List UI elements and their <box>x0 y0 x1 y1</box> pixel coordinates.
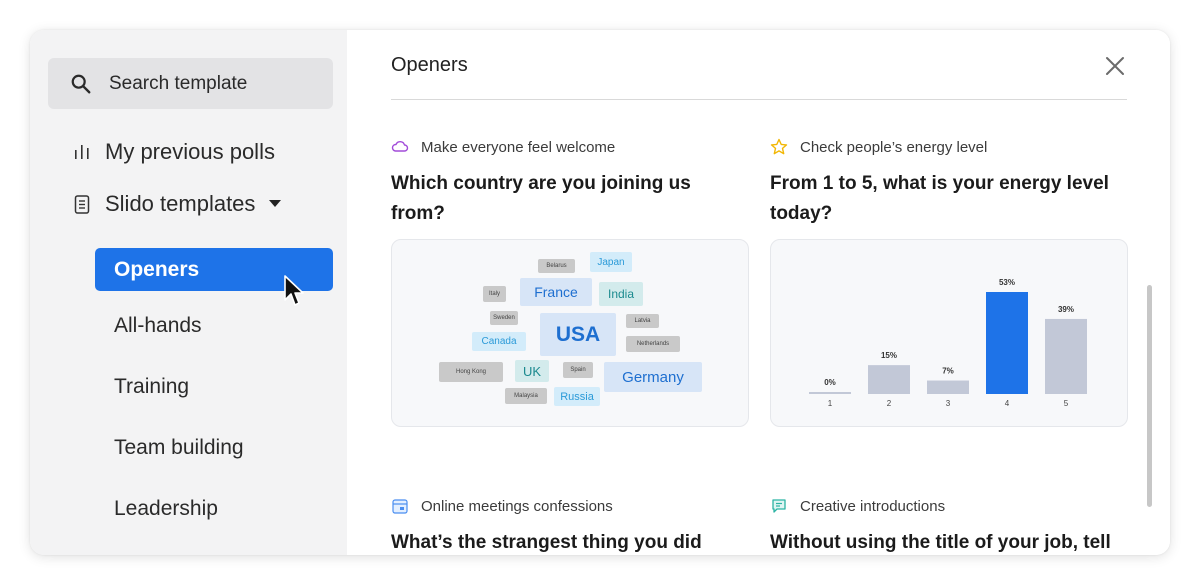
word-cloud-word: Spain <box>563 362 593 378</box>
search-template-button[interactable]: Search template <box>48 58 333 109</box>
card-title-line: from? <box>391 203 445 224</box>
caret-down-icon <box>269 200 282 207</box>
chat-icon <box>772 499 786 513</box>
category-label: Training <box>114 374 190 398</box>
card-tag: Make everyone feel welcome <box>391 137 749 157</box>
card-title: From 1 to 5, what is your energy level t… <box>770 169 1128 229</box>
word-cloud-word: Italy <box>483 286 506 302</box>
card-title-line: From 1 to 5, what is your energy level <box>770 173 1109 194</box>
card-title-line: What’s the strangest thing you did <box>391 532 702 553</box>
slido-templates-label: Slido templates <box>105 191 256 216</box>
word-cloud-word: Netherlands <box>626 336 680 352</box>
search-icon <box>71 74 91 93</box>
category-label: Team building <box>114 435 244 459</box>
template-card[interactable]: Online meetings confessions What’s the s… <box>391 496 749 555</box>
card-tag: Online meetings confessions <box>391 496 749 516</box>
search-template-label: Search template <box>109 72 248 94</box>
word-cloud-preview: Belarus Japan Italy France India Sweden … <box>391 239 749 427</box>
card-tag-label: Check people’s energy level <box>800 138 988 156</box>
template-card[interactable]: Make everyone feel welcome Which country… <box>391 137 749 427</box>
word-cloud-word: Canada <box>472 332 526 351</box>
bar <box>986 292 1028 394</box>
category-all-hands[interactable]: All-hands <box>95 304 333 347</box>
x-tick-label: 5 <box>1064 399 1069 408</box>
word-cloud-word: Hong Kong <box>439 362 503 382</box>
card-tag: Creative introductions <box>770 496 1128 516</box>
bar-value-label: 0% <box>824 378 836 387</box>
word-cloud-word: USA <box>540 313 616 356</box>
my-previous-polls-link[interactable]: My previous polls <box>72 139 275 165</box>
slido-templates-toggle[interactable]: Slido templates <box>72 191 282 217</box>
word-cloud-word: Malaysia <box>505 388 547 404</box>
template-card[interactable]: Creative introductions Without using the… <box>770 496 1128 555</box>
template-dialog: Search template My previous polls Slido … <box>30 30 1170 555</box>
bar <box>868 365 910 394</box>
card-title-line: Without using the title of your job, tel… <box>770 532 1111 553</box>
card-tag: Check people’s energy level <box>770 137 1128 157</box>
x-tick-label: 1 <box>828 399 833 408</box>
x-tick-label: 4 <box>1005 399 1010 408</box>
card-title-line: today? <box>770 203 833 224</box>
poll-bars-icon <box>72 142 92 162</box>
template-card[interactable]: Check people’s energy level From 1 to 5,… <box>770 137 1128 427</box>
word-cloud-word: France <box>520 278 592 306</box>
word-cloud-word: Latvia <box>626 314 659 328</box>
page-title: Openers <box>391 54 468 76</box>
bar-value-label: 7% <box>942 367 954 376</box>
mouse-pointer-icon <box>284 275 304 306</box>
x-tick-label: 3 <box>946 399 951 408</box>
document-list-icon <box>72 194 92 214</box>
category-label: Leadership <box>114 496 218 520</box>
close-icon[interactable] <box>1104 55 1126 77</box>
card-tag-label: Creative introductions <box>800 497 946 515</box>
calendar-icon <box>392 499 408 514</box>
bar <box>1045 318 1087 394</box>
energy-bar-chart: 0% 1 15% 2 7% 3 53% 4 39% 5 <box>809 278 1087 408</box>
card-title: Which country are you joining us from? <box>391 169 749 229</box>
cloud-icon <box>391 141 409 152</box>
bar <box>927 380 969 394</box>
word-cloud-word: UK <box>515 360 549 382</box>
card-title: Without using the title of your job, tel… <box>770 528 1128 555</box>
my-previous-polls-label: My previous polls <box>105 139 275 164</box>
category-label: Openers <box>114 257 200 281</box>
templates-panel: Openers Make everyone feel welcome Which… <box>347 30 1170 555</box>
bar-value-label: 53% <box>999 278 1015 287</box>
x-tick-label: 2 <box>887 399 892 408</box>
card-title: What’s the strangest thing you did <box>391 528 749 555</box>
bar-value-label: 15% <box>881 351 897 360</box>
card-tag-label: Online meetings confessions <box>421 497 613 515</box>
word-cloud-word: Japan <box>590 252 632 272</box>
star-icon <box>770 138 788 155</box>
word-cloud-word: India <box>599 282 643 306</box>
card-title-line: Which country are you joining us <box>391 173 691 194</box>
category-leadership[interactable]: Leadership <box>95 487 333 530</box>
word-cloud-word: Belarus <box>538 259 575 273</box>
bar-value-label: 39% <box>1058 305 1074 314</box>
word-cloud-word: Germany <box>604 362 702 392</box>
card-tag-label: Make everyone feel welcome <box>421 138 616 156</box>
sidebar: Search template My previous polls Slido … <box>30 30 347 555</box>
category-training[interactable]: Training <box>95 365 333 408</box>
header-divider <box>391 99 1127 100</box>
scrollbar-thumb[interactable] <box>1147 285 1152 507</box>
word-cloud-word: Sweden <box>490 311 518 325</box>
category-team-building[interactable]: Team building <box>95 426 333 469</box>
bar <box>809 392 851 394</box>
word-cloud-word: Russia <box>554 387 600 406</box>
bar-chart-preview: 0% 1 15% 2 7% 3 53% 4 39% 5 <box>770 239 1128 427</box>
category-label: All-hands <box>114 313 202 337</box>
